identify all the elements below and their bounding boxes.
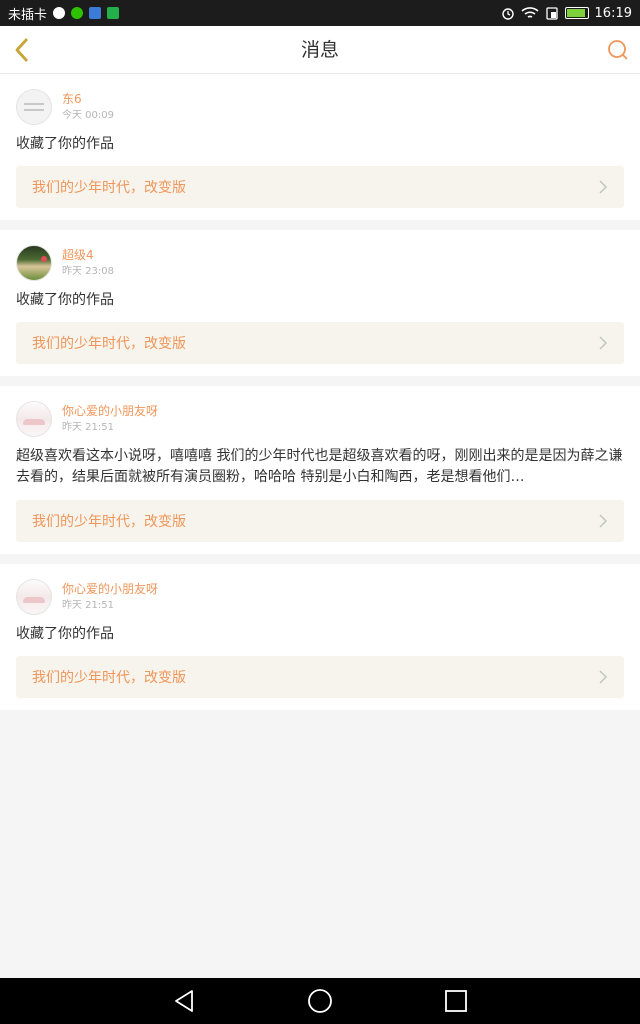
message-text: 收藏了你的作品 — [16, 136, 114, 152]
message-card: 超级4 昨天 23:08 收藏了你的作品 我们的少年时代，改变版 — [0, 230, 640, 376]
app-header: 消息 — [0, 26, 640, 74]
work-title: 我们的少年时代，改变版 — [32, 514, 186, 530]
nav-back-button[interactable] — [116, 978, 252, 1024]
work-link[interactable]: 我们的少年时代，改变版 — [16, 166, 624, 208]
message-meta: 你心爱的小朋友呀 昨天 21:51 — [62, 402, 158, 436]
message-card: 你心爱的小朋友呀 昨天 21:51 收藏了你的作品 我们的少年时代，改变版 — [0, 564, 640, 710]
chevron-right-icon — [599, 670, 608, 684]
work-link[interactable]: 我们的少年时代，改变版 — [16, 500, 624, 542]
message-card: 你心爱的小朋友呀 昨天 21:51 超级喜欢看这本小说呀，嘻嘻嘻 我们的少年时代… — [0, 386, 640, 554]
message-text: 收藏了你的作品 — [16, 626, 114, 642]
status-bar: 未插卡 16:19 — [0, 0, 640, 26]
nav-home-button[interactable] — [252, 978, 388, 1024]
search-button[interactable] — [604, 36, 632, 64]
message-header: 东6 今天 00:09 — [16, 88, 624, 126]
carrier-label: 未插卡 — [8, 7, 48, 23]
comment-text: 超级喜欢看这本小说呀，嘻嘻嘻 我们的少年时代也是超级喜欢看的呀，刚刚出来的是是因… — [16, 448, 623, 485]
back-triangle-icon — [175, 990, 193, 1012]
chevron-right-icon — [599, 336, 608, 350]
page-title: 消息 — [300, 39, 339, 61]
wechat-icon — [71, 7, 84, 19]
message-time: 昨天 23:08 — [62, 266, 114, 277]
chevron-right-icon — [599, 180, 608, 194]
search-icon — [608, 40, 628, 60]
message-time: 昨天 21:51 — [62, 422, 114, 433]
app-notification-icon — [89, 7, 102, 19]
home-circle-icon — [308, 989, 332, 1013]
avatar[interactable] — [16, 245, 52, 281]
message-header: 你心爱的小朋友呀 昨天 21:51 — [16, 400, 624, 438]
username-link[interactable]: 你心爱的小朋友呀 — [62, 580, 158, 598]
chevron-right-icon — [599, 514, 608, 528]
message-meta: 东6 今天 00:09 — [62, 90, 114, 124]
message-meta: 你心爱的小朋友呀 昨天 21:51 — [62, 580, 158, 614]
system-navigation-bar — [0, 978, 640, 1024]
sim-icon — [545, 7, 558, 20]
status-bar-right: 16:19 — [501, 6, 632, 21]
work-link[interactable]: 我们的少年时代，改变版 — [16, 322, 624, 364]
status-bar-left: 未插卡 — [8, 4, 120, 23]
message-text: 收藏了你的作品 — [16, 292, 114, 308]
message-time: 今天 00:09 — [62, 110, 114, 121]
work-link[interactable]: 我们的少年时代，改变版 — [16, 656, 624, 698]
recents-square-icon — [445, 990, 467, 1012]
message-header: 你心爱的小朋友呀 昨天 21:51 — [16, 578, 624, 616]
qq-icon — [53, 7, 66, 19]
alarm-icon — [501, 8, 514, 20]
clock-label: 16:19 — [594, 5, 632, 21]
avatar[interactable] — [16, 89, 52, 125]
message-card: 东6 今天 00:09 收藏了你的作品 我们的少年时代，改变版 — [0, 74, 640, 220]
avatar[interactable] — [16, 579, 52, 615]
username-link[interactable]: 东6 — [62, 90, 114, 108]
username-link[interactable]: 你心爱的小朋友呀 — [62, 402, 158, 420]
work-title: 我们的少年时代，改变版 — [32, 180, 186, 196]
message-header: 超级4 昨天 23:08 — [16, 244, 624, 282]
battery-icon — [564, 7, 589, 19]
wifi-icon — [520, 7, 539, 18]
work-title: 我们的少年时代，改变版 — [32, 336, 186, 352]
message-meta: 超级4 昨天 23:08 — [62, 246, 114, 280]
work-title: 我们的少年时代，改变版 — [32, 670, 186, 686]
username-link[interactable]: 超级4 — [62, 246, 114, 264]
app-notification-icon-2 — [107, 7, 120, 19]
message-time: 昨天 21:51 — [62, 600, 114, 611]
message-list: 东6 今天 00:09 收藏了你的作品 我们的少年时代，改变版 超级4 昨天 2… — [0, 74, 640, 720]
nav-recents-button[interactable] — [388, 978, 524, 1024]
avatar[interactable] — [16, 401, 52, 437]
